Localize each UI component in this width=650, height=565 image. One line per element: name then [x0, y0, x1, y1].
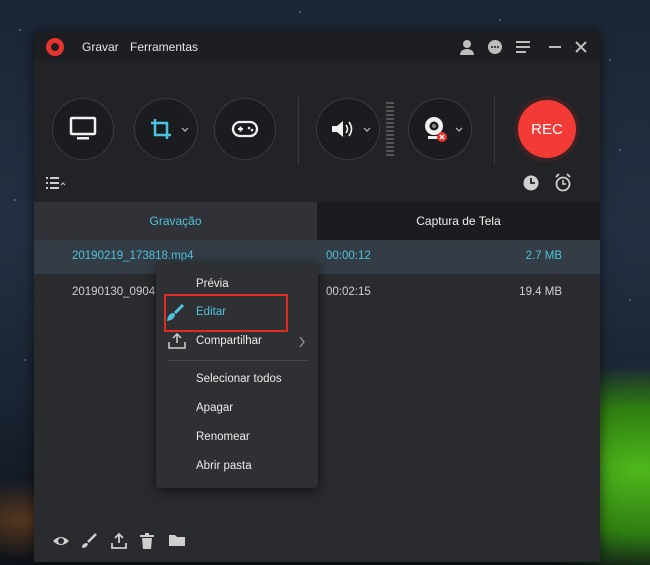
file-name: 20190219_173818.mp4 [72, 250, 194, 262]
bottom-toolbar [34, 520, 600, 562]
highlight-annotation [164, 294, 288, 332]
speaker-icon [330, 118, 356, 140]
rec-label: REC [518, 100, 576, 158]
menu-tools[interactable]: Ferramentas [130, 40, 198, 54]
chevron-right-icon [298, 336, 306, 351]
webcam-button[interactable] [408, 98, 472, 160]
chevron-down-icon [455, 127, 463, 132]
file-name: 20190130_0904 [72, 286, 156, 298]
eye-icon[interactable] [52, 532, 70, 550]
crop-region-icon [149, 117, 173, 141]
region-button[interactable] [134, 98, 198, 160]
brush-icon[interactable] [80, 532, 98, 550]
chevron-down-icon [181, 127, 189, 132]
menu-record[interactable]: Gravar [82, 40, 119, 54]
file-duration: 00:02:15 [326, 286, 371, 298]
screen-button[interactable] [52, 98, 114, 160]
menu-item-label: Abrir pasta [196, 460, 252, 472]
task-schedule-icon[interactable] [522, 174, 540, 192]
file-duration: 00:00:12 [326, 250, 371, 262]
record-toolbar: REC [34, 62, 600, 202]
game-button[interactable] [214, 98, 276, 160]
volume-meter [386, 102, 394, 158]
toolbar-divider [494, 97, 495, 165]
screen-icon [69, 116, 97, 142]
menu-icon[interactable] [514, 38, 532, 56]
rec-button[interactable]: REC [514, 96, 580, 162]
menu-item-delete[interactable]: Apagar [156, 396, 318, 422]
menu-item-rename[interactable]: Renomear [156, 425, 318, 451]
webcam-icon [422, 115, 448, 143]
menu-item-label: Prévia [196, 278, 229, 290]
user-icon[interactable] [458, 38, 476, 56]
menu-item-label: Apagar [196, 402, 234, 414]
file-size: 2.7 MB [525, 250, 562, 262]
trash-icon[interactable] [138, 532, 156, 550]
toolbar-divider [298, 97, 299, 165]
upload-icon[interactable] [110, 532, 128, 550]
folder-icon[interactable] [168, 532, 186, 550]
title-bar: Gravar Ferramentas [34, 32, 600, 62]
tab-screenshots[interactable]: Captura de Tela [317, 202, 600, 240]
close-icon[interactable] [572, 38, 590, 56]
menu-item-share[interactable]: Compartilhar [156, 329, 318, 355]
gamepad-icon [231, 119, 259, 139]
menu-item-label: Renomear [196, 431, 250, 443]
tab-bar: Gravação Captura de Tela [34, 202, 600, 240]
tab-recordings[interactable]: Gravação [34, 202, 317, 240]
minimize-icon[interactable] [546, 38, 564, 56]
audio-button[interactable] [316, 98, 380, 160]
share-icon [168, 332, 186, 352]
alarm-clock-icon[interactable] [554, 173, 572, 192]
file-size: 19.4 MB [519, 286, 562, 298]
chat-icon[interactable] [486, 38, 504, 56]
menu-item-select-all[interactable]: Selecionar todos [156, 367, 318, 393]
chevron-down-icon [363, 127, 371, 132]
menu-item-label: Selecionar todos [196, 373, 282, 385]
menu-item-label: Compartilhar [196, 335, 262, 347]
menu-separator [168, 360, 308, 361]
list-options-icon[interactable] [46, 176, 66, 194]
menu-item-open-folder[interactable]: Abrir pasta [156, 454, 318, 480]
app-logo-icon [46, 38, 64, 56]
